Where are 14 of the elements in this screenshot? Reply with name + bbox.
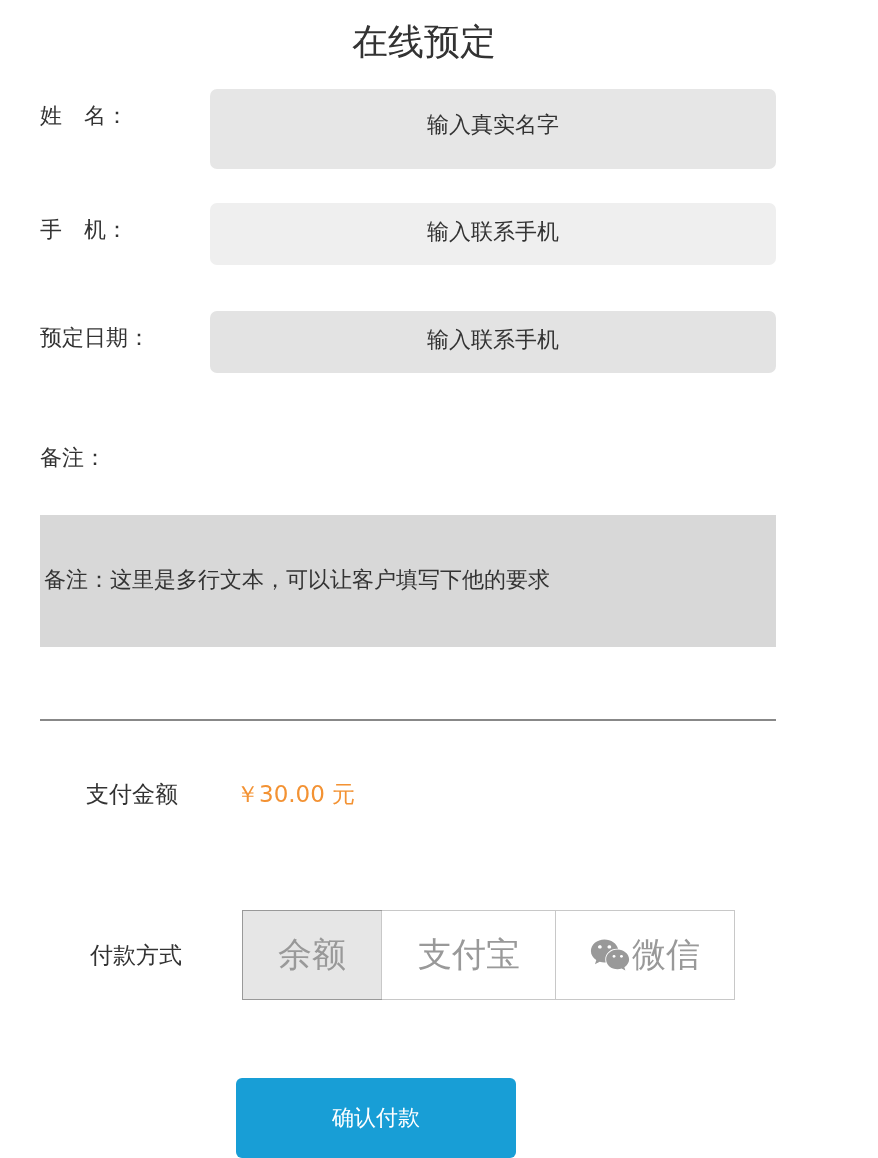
amount-value: ￥30.00 元 [236, 780, 356, 809]
field-label: 手 机： [40, 216, 129, 244]
input-field[interactable]: 输入联系手机 [210, 311, 776, 373]
confirm-payment-button[interactable]: 确认付款 [236, 1078, 516, 1158]
field-label: 姓 名： [40, 102, 129, 130]
input-field[interactable]: 输入联系手机 [210, 203, 776, 265]
page-title: 在线预定 [351, 20, 497, 64]
input-field[interactable]: 输入真实名字 [210, 89, 776, 169]
payment-label: 付款方式 [90, 940, 182, 970]
amount-label: 支付金额 [86, 780, 178, 809]
field-label: 备注： [40, 444, 107, 472]
remark-textarea[interactable]: 备注：这里是多行文本，可以让客户填写下他的要求 [40, 515, 776, 647]
field-label: 预定日期： [40, 324, 151, 352]
payment-option[interactable]: 余额 [243, 911, 381, 999]
